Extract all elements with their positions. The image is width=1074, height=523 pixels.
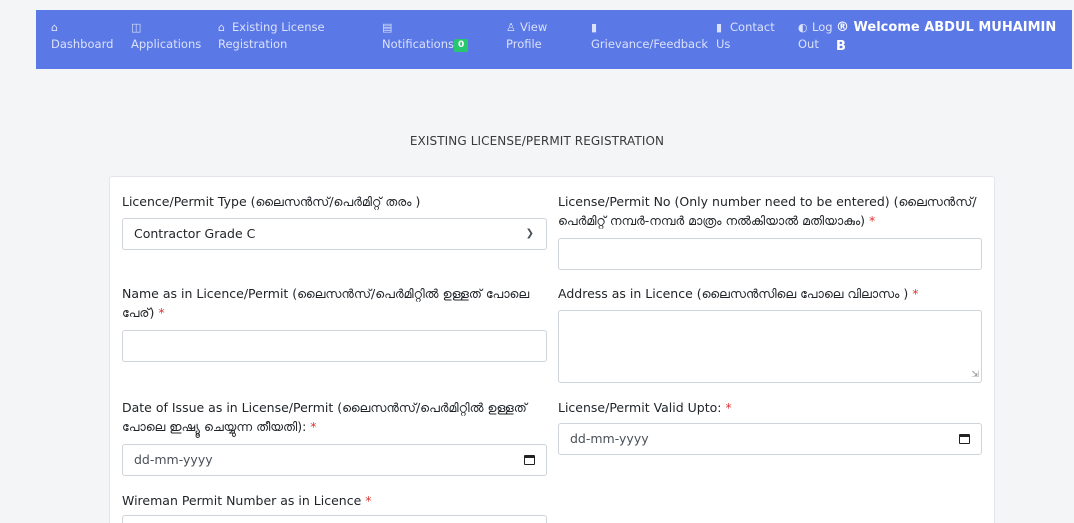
nav-logout-label-2: Out — [798, 37, 819, 51]
nav-dashboard[interactable]: ⌂ Dashboard — [51, 10, 113, 69]
date-of-issue-placeholder: dd-mm-yyyy — [134, 452, 213, 467]
valid-upto-label: License/Permit Valid Upto: * — [558, 400, 732, 415]
wireman-permit-label: Wireman Permit Number as in Licence * — [122, 493, 372, 508]
address-label: Address as in Licence (ലൈസൻസിലെ പോലെ വില… — [558, 286, 919, 301]
chevron-down-icon: ❯ — [525, 228, 534, 239]
required-marker: * — [725, 400, 732, 415]
nav-notifications-label: Notifications — [382, 37, 454, 51]
nav-existing-license-label-1: Existing License — [232, 20, 325, 34]
nav-dashboard-label: Dashboard — [51, 37, 114, 51]
page-title: EXISTING LICENSE/PERMIT REGISTRATION — [409, 134, 665, 148]
welcome-text: Welcome ABDUL MUHAIMIN B — [836, 20, 1057, 54]
date-of-issue-label: Date of Issue as in License/Permit (ലൈസൻ… — [122, 400, 527, 434]
top-navbar: ⌂ Dashboard ◫ Applications ⌂ Existing Lic… — [36, 10, 1072, 69]
calendar-icon[interactable] — [959, 434, 970, 444]
nav-contact-label-1: Contact — [730, 20, 775, 34]
licence-type-select[interactable]: Contractor Grade C ❯ — [122, 218, 547, 250]
nav-notifications[interactable]: ▤ Notifications 0 — [382, 10, 469, 69]
notification-count-badge: 0 — [453, 39, 469, 52]
name-label: Name as in Licence/Permit (ലൈസൻസ്/പെർമിറ… — [122, 286, 530, 320]
required-marker: * — [912, 286, 919, 301]
licence-no-input[interactable] — [558, 238, 982, 270]
valid-upto-placeholder: dd-mm-yyyy — [570, 431, 649, 446]
name-input[interactable] — [122, 330, 547, 362]
home-icon: ⌂ — [51, 21, 58, 34]
nav-view-profile-label-1: View — [520, 20, 548, 34]
nav-view-profile[interactable]: ♙ View Profile — [506, 10, 547, 69]
required-marker: * — [365, 493, 372, 508]
nav-existing-license-label-2: Registration — [218, 37, 288, 51]
nav-grievance-label: Grievance/Feedback — [591, 37, 709, 51]
nav-grievance-feedback[interactable]: ▮ Grievance/Feedback — [591, 10, 708, 69]
address-textarea[interactable]: ⇲ — [558, 310, 982, 383]
nav-contact-label-2: Us — [716, 37, 731, 51]
user-icon: ♙ — [506, 21, 516, 34]
welcome-user[interactable]: ® Welcome ABDUL MUHAIMIN B — [836, 18, 1066, 56]
date-of-issue-input[interactable]: dd-mm-yyyy — [122, 444, 547, 476]
licence-type-selected-value: Contractor Grade C — [134, 226, 256, 241]
power-icon: ◐ — [798, 21, 808, 34]
nav-applications[interactable]: ◫ Applications — [131, 10, 201, 69]
required-marker: * — [310, 419, 317, 434]
nav-log-out[interactable]: ◐ Log Out — [798, 10, 833, 69]
nav-logout-label-1: Log — [812, 20, 833, 34]
nav-existing-license-registration[interactable]: ⌂ Existing License Registration — [218, 10, 325, 69]
resize-grip-icon[interactable]: ⇲ — [971, 371, 979, 380]
document-icon: ▮ — [716, 21, 723, 34]
calendar-icon[interactable] — [524, 455, 535, 465]
nav-view-profile-label-2: Profile — [506, 37, 542, 51]
valid-upto-input[interactable]: dd-mm-yyyy — [558, 423, 982, 455]
calendar-icon: ▤ — [382, 21, 393, 34]
wireman-permit-input[interactable] — [122, 515, 547, 523]
registration-form-card: Licence/Permit Type (ലൈസൻസ്/പെർമിറ്റ് തര… — [109, 176, 995, 523]
nav-applications-label: Applications — [131, 37, 202, 51]
copy-icon: ◫ — [131, 21, 142, 34]
bank-icon: ⌂ — [218, 21, 225, 34]
required-marker: * — [158, 305, 165, 320]
registered-icon: ® — [836, 20, 849, 35]
nav-contact-us[interactable]: ▮ Contact Us — [716, 10, 775, 69]
document-icon: ▮ — [591, 21, 598, 34]
required-marker: * — [869, 213, 876, 228]
licence-no-label: License/Permit No (Only number need to b… — [558, 194, 977, 228]
licence-type-label: Licence/Permit Type (ലൈസൻസ്/പെർമിറ്റ് തര… — [122, 194, 421, 209]
